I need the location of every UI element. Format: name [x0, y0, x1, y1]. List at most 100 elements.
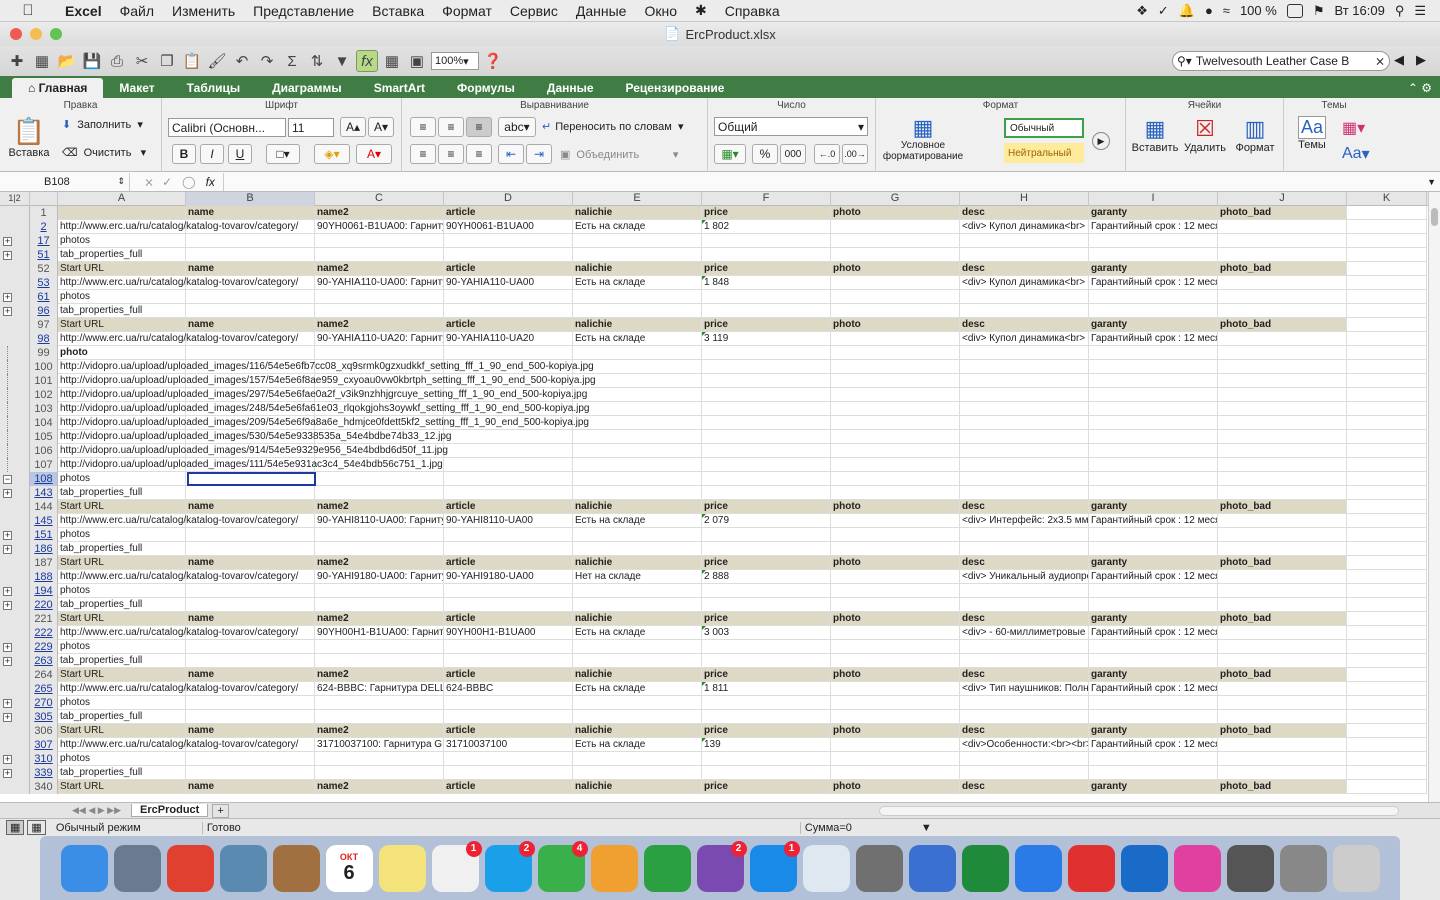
cell[interactable] [573, 542, 702, 556]
cell[interactable]: Гарантийный срок : 12 месяцев. [1089, 738, 1218, 752]
cell[interactable] [1347, 556, 1427, 570]
formula-builder-icon-small[interactable]: ◯ [182, 175, 195, 189]
cell[interactable] [1347, 612, 1427, 626]
cell[interactable] [186, 752, 315, 766]
cell[interactable] [186, 486, 315, 500]
sort-icon[interactable]: ⇅ [306, 50, 328, 72]
cell[interactable] [960, 304, 1089, 318]
minimize-window-icon[interactable] [30, 28, 42, 40]
select-all-corner[interactable] [30, 192, 58, 206]
menu-tools[interactable]: Сервис [501, 3, 567, 19]
conditional-format-button[interactable]: ▦ Условное форматирование [880, 116, 966, 163]
cell[interactable]: http://www.erc.ua/ru/catalog/katalog-tov… [58, 570, 298, 584]
pages-dock-icon[interactable] [590, 844, 638, 892]
cell[interactable] [960, 346, 1089, 360]
gallery-icon[interactable]: ▦ [381, 50, 403, 72]
cell[interactable]: name2 [315, 206, 444, 220]
cell[interactable] [702, 640, 831, 654]
column-header-f[interactable]: F [702, 192, 831, 206]
cell[interactable]: garanty [1089, 724, 1218, 738]
cell[interactable]: Гарантийный срок : 12 месяцев. [1089, 626, 1218, 640]
cell[interactable] [702, 430, 831, 444]
cell[interactable] [1218, 248, 1347, 262]
expand-group-icon[interactable]: + [3, 699, 12, 708]
row-number[interactable]: 98 [30, 332, 58, 346]
cell[interactable]: <div> Интерфейс: 2х3.5 мм [960, 514, 1089, 528]
cell[interactable] [1347, 360, 1427, 374]
clear-search-icon[interactable]: ⨯ [1371, 54, 1389, 68]
cell[interactable] [573, 598, 702, 612]
expand-group-icon[interactable]: + [3, 293, 12, 302]
cell[interactable] [1089, 472, 1218, 486]
page-layout-icon[interactable]: ▦ [27, 820, 46, 835]
cell[interactable] [1218, 486, 1347, 500]
cell[interactable] [573, 528, 702, 542]
cell[interactable] [960, 248, 1089, 262]
cell[interactable]: http://www.erc.ua/ru/catalog/katalog-tov… [58, 514, 298, 528]
cell[interactable] [1347, 276, 1427, 290]
cut-icon[interactable]: ✂ [131, 50, 153, 72]
save-icon[interactable]: 💾 [81, 50, 103, 72]
cell[interactable] [1089, 290, 1218, 304]
cell[interactable] [315, 584, 444, 598]
cell[interactable] [1347, 682, 1427, 696]
spotlight-icon[interactable]: ⚲ [1395, 3, 1405, 19]
row-number[interactable]: 188 [30, 570, 58, 584]
cell[interactable] [1218, 304, 1347, 318]
cell[interactable]: garanty [1089, 318, 1218, 332]
column-header-a[interactable]: A [58, 192, 186, 206]
cell[interactable] [1347, 332, 1427, 346]
cell[interactable] [315, 248, 444, 262]
row-number[interactable]: 100 [30, 360, 58, 374]
cell[interactable]: photos [58, 640, 186, 654]
cell[interactable] [831, 402, 960, 416]
cell[interactable] [58, 206, 186, 220]
cell[interactable] [831, 234, 960, 248]
cell[interactable] [1218, 766, 1347, 780]
cell[interactable]: 90-YAHI9180-UA00 [444, 570, 573, 584]
cell[interactable] [1218, 696, 1347, 710]
row-number[interactable]: 307 [30, 738, 58, 752]
merge-button[interactable]: ▣ Объединить ▾ [560, 148, 678, 162]
cell[interactable]: photos [58, 290, 186, 304]
redo-icon[interactable]: ↷ [256, 50, 278, 72]
cell[interactable]: name2 [315, 500, 444, 514]
cell[interactable]: 90YH0061-B1UA00 [444, 220, 573, 234]
cell[interactable] [831, 696, 960, 710]
cell[interactable] [444, 542, 573, 556]
formula-expand-icon[interactable]: ▼ [1423, 177, 1440, 187]
cell[interactable] [1347, 542, 1427, 556]
cell[interactable]: tab_properties_full [58, 654, 186, 668]
cell[interactable]: photo [831, 262, 960, 276]
cell[interactable] [1218, 542, 1347, 556]
row-number[interactable]: 194 [30, 584, 58, 598]
cell[interactable] [831, 346, 960, 360]
cell[interactable]: Есть на складе [573, 626, 702, 640]
cell[interactable]: 90-YAHIA110-UA00 [444, 276, 573, 290]
cell[interactable] [1089, 444, 1218, 458]
skype-status-icon[interactable]: ● [1205, 3, 1213, 18]
cell[interactable] [831, 514, 960, 528]
contacts-dock-icon[interactable] [272, 844, 320, 892]
cell[interactable] [1218, 388, 1347, 402]
border-icon[interactable]: □▾ [266, 144, 300, 164]
cell[interactable] [831, 654, 960, 668]
cell[interactable] [1089, 402, 1218, 416]
cell[interactable] [1089, 304, 1218, 318]
cell[interactable] [1347, 304, 1427, 318]
cell[interactable] [702, 542, 831, 556]
remote-dock-icon[interactable] [1067, 844, 1115, 892]
cell[interactable]: nalichie [573, 556, 702, 570]
decrease-font-icon[interactable]: A▾ [368, 117, 394, 137]
cell[interactable] [315, 654, 444, 668]
cell[interactable] [186, 584, 315, 598]
cell[interactable] [573, 430, 702, 444]
cell[interactable] [831, 486, 960, 500]
column-header-c[interactable]: C [315, 192, 444, 206]
zoom-select[interactable]: 100% ▾ [431, 52, 479, 70]
cell[interactable] [1347, 570, 1427, 584]
cell[interactable] [1347, 458, 1427, 472]
cell[interactable]: tab_properties_full [58, 248, 186, 262]
calendar-dock-icon[interactable]: ОКТ 6 [325, 844, 373, 892]
cell[interactable] [831, 444, 960, 458]
